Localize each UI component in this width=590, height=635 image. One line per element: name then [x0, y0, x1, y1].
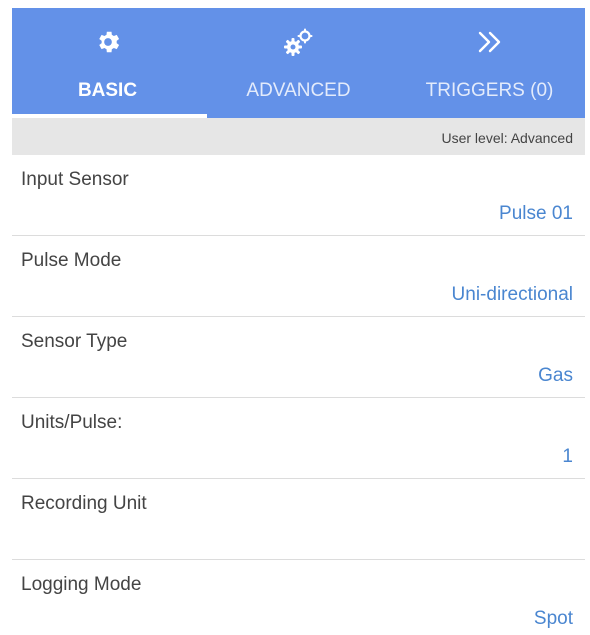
setting-value: 1	[562, 446, 573, 467]
setting-label: Pulse Mode	[21, 250, 122, 271]
setting-label: Recording Unit	[21, 493, 147, 514]
setting-row-sensor-type[interactable]: Sensor Type Gas	[12, 317, 585, 398]
setting-label: Sensor Type	[21, 331, 128, 352]
setting-value: Uni-directional	[451, 284, 573, 305]
setting-label: Units/Pulse:	[21, 412, 123, 433]
tab-triggers[interactable]: TRIGGERS (0)	[394, 8, 585, 118]
tab-advanced[interactable]: ADVANCED	[203, 8, 394, 118]
setting-row-input-sensor[interactable]: Input Sensor Pulse 01	[12, 155, 585, 236]
setting-label: Input Sensor	[21, 169, 129, 190]
setting-row-recording-unit[interactable]: Recording Unit	[12, 479, 585, 560]
gear-icon	[12, 28, 203, 58]
setting-value: Spot	[533, 608, 573, 629]
setting-value: Pulse 01	[499, 203, 573, 224]
user-level-text: User level: Advanced	[441, 130, 573, 146]
tab-advanced-label: ADVANCED	[246, 80, 351, 101]
settings-screen: BASIC ADVANCED TRIGGERS (0) User level: …	[12, 8, 585, 635]
tab-basic[interactable]: BASIC	[12, 8, 207, 118]
setting-row-units-per-pulse[interactable]: Units/Pulse: 1	[12, 398, 585, 479]
user-level-bar: User level: Advanced	[12, 118, 585, 155]
setting-row-logging-mode[interactable]: Logging Mode Spot	[12, 560, 585, 635]
setting-row-pulse-mode[interactable]: Pulse Mode Uni-directional	[12, 236, 585, 317]
tab-basic-label: BASIC	[77, 80, 138, 101]
setting-value: Gas	[538, 365, 573, 386]
tab-bar: BASIC ADVANCED TRIGGERS (0)	[12, 8, 585, 118]
tab-triggers-label: TRIGGERS (0)	[425, 80, 554, 101]
double-chevron-right-icon	[394, 28, 585, 58]
gears-icon	[203, 28, 394, 58]
setting-label: Logging Mode	[21, 574, 142, 595]
